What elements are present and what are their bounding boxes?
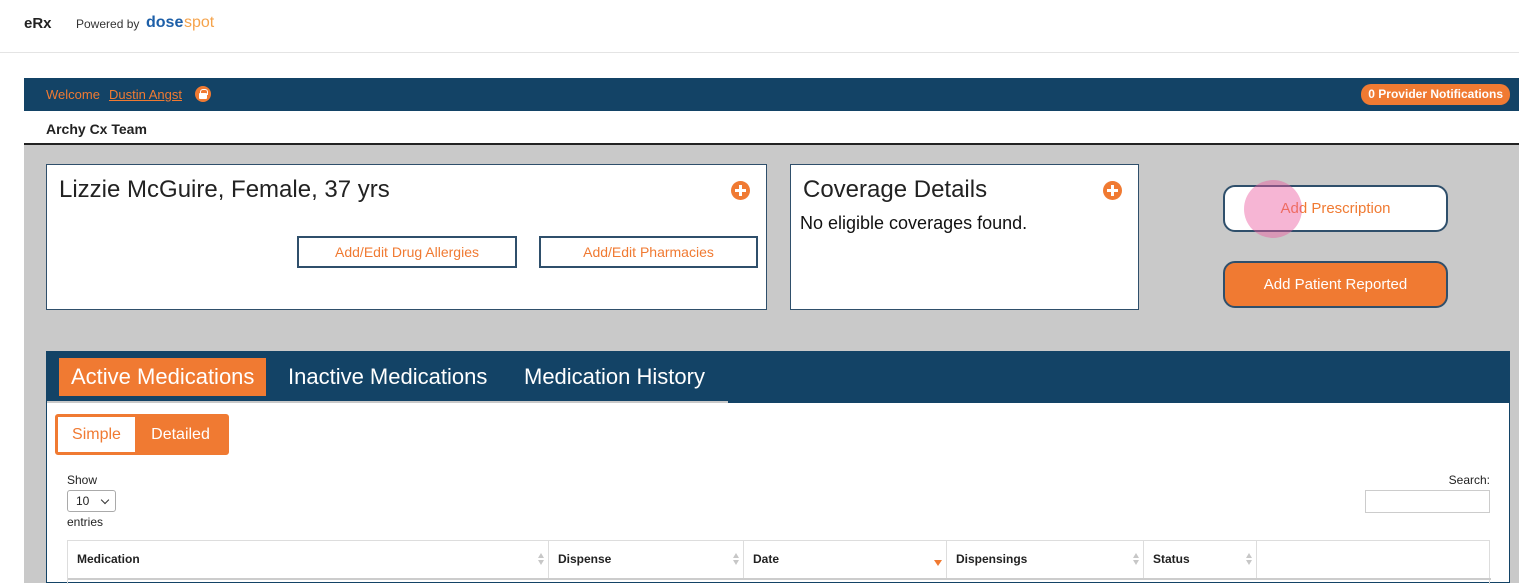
coverage-details-card: Coverage Details No eligible coverages f… <box>790 164 1139 310</box>
add-coverage-icon[interactable] <box>1103 181 1122 200</box>
provider-notifications-badge[interactable]: 0 Provider Notifications <box>1361 84 1510 105</box>
search-label: Search: <box>1448 473 1490 487</box>
tab-underline <box>47 401 728 403</box>
column-header-dispensings[interactable]: Dispensings <box>947 541 1144 578</box>
sort-descending-icon <box>934 560 942 566</box>
add-edit-drug-allergies-button[interactable]: Add/Edit Drug Allergies <box>297 236 517 268</box>
add-edit-pharmacies-button[interactable]: Add/Edit Pharmacies <box>539 236 758 268</box>
welcome-bar: Welcome Dustin Angst 0 Provider Notifica… <box>24 78 1519 111</box>
medications-table: Medication Dispense Date Dispensings Sta… <box>67 540 1491 584</box>
brand-logo-dose: dose <box>146 14 184 31</box>
main-content: Lizzie McGuire, Female, 37 yrs Add/Edit … <box>24 145 1519 584</box>
simple-view-button[interactable]: Simple <box>58 417 135 452</box>
patient-info-card: Lizzie McGuire, Female, 37 yrs Add/Edit … <box>46 164 767 310</box>
patient-summary: Lizzie McGuire, Female, 37 yrs <box>59 176 390 203</box>
brand-logo-spot: spot <box>184 14 215 31</box>
sort-icon <box>1133 553 1139 566</box>
column-header-dispense[interactable]: Dispense <box>549 541 744 578</box>
show-label: Show <box>67 473 98 487</box>
column-header-status[interactable]: Status <box>1144 541 1257 578</box>
column-header-date[interactable]: Date <box>744 541 947 578</box>
sort-icon <box>538 553 544 566</box>
team-name: Archy Cx Team <box>46 121 147 137</box>
column-header-medication[interactable]: Medication <box>68 541 549 578</box>
coverage-title: Coverage Details <box>803 176 988 203</box>
add-patient-reported-button[interactable]: Add Patient Reported <box>1223 261 1448 308</box>
lock-icon[interactable] <box>195 86 211 102</box>
medications-panel: Active Medications Inactive Medications … <box>46 351 1510 584</box>
click-indicator <box>1244 180 1302 238</box>
tab-active-medications[interactable]: Active Medications <box>59 358 267 396</box>
sort-icon <box>1246 553 1252 566</box>
tab-inactive-medications[interactable]: Inactive Medications <box>276 358 499 396</box>
view-mode-toggle: Simple Detailed <box>55 414 229 455</box>
add-patient-info-icon[interactable] <box>731 181 750 200</box>
detailed-view-button[interactable]: Detailed <box>135 417 226 452</box>
coverage-message: No eligible coverages found. <box>800 213 1028 233</box>
page-size-select[interactable]: 10 <box>67 490 116 512</box>
column-header-actions <box>1257 541 1491 578</box>
powered-by-label: Powered by <box>76 17 140 31</box>
search-input[interactable] <box>1365 490 1490 513</box>
user-name-link[interactable]: Dustin Angst <box>109 87 182 102</box>
entries-label: entries <box>67 515 104 529</box>
top-header: eRx Powered by dose spot <box>0 0 1519 53</box>
sort-icon <box>733 553 739 566</box>
medications-tab-bar: Active Medications Inactive Medications … <box>47 352 1509 403</box>
app-title: eRx <box>24 15 52 32</box>
table-header-divider <box>68 578 1491 580</box>
tab-medication-history[interactable]: Medication History <box>512 358 717 396</box>
team-bar: Archy Cx Team <box>24 111 1519 145</box>
welcome-label: Welcome <box>46 87 100 102</box>
